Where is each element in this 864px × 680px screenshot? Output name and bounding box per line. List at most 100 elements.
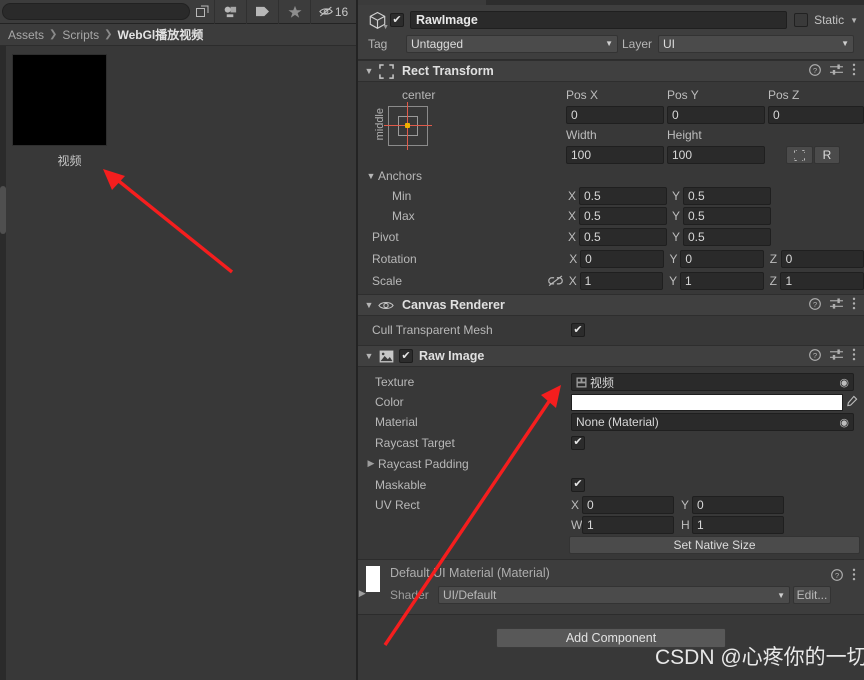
eye-off-icon [319,6,333,17]
static-dropdown-caret-icon[interactable]: ▼ [850,16,858,25]
raw-image-enabled-checkbox[interactable]: ✔ [399,349,413,363]
gameobject-name-input[interactable]: RawImage [410,11,788,29]
kebab-menu-icon[interactable] [852,297,856,313]
blueprint-mode-button[interactable] [786,146,813,164]
rotation-z-input[interactable]: 0 [780,250,864,268]
anchor-preset-widget[interactable] [384,102,432,150]
pivot-x-input[interactable]: 0.5 [579,228,667,246]
rotation-y-input[interactable]: 0 [680,250,764,268]
texture-object-field[interactable]: 视频 ◉ [571,373,854,391]
pos-z-label: Pos Z [768,88,800,102]
gameobject-enabled-checkbox[interactable]: ✔ [390,13,404,27]
material-preview-swatch [366,566,380,592]
anchor-max-x-input[interactable]: 0.5 [579,207,667,225]
scale-z-input[interactable]: 1 [780,272,864,290]
breadcrumb-item-assets[interactable]: Assets [8,28,44,42]
anchor-max-y-input[interactable]: 0.5 [683,207,771,225]
help-icon[interactable]: ? [831,568,843,584]
project-vertical-scrollbar[interactable] [0,46,6,680]
uv-w-input[interactable]: 1 [582,516,674,534]
breadcrumb-item-current[interactable]: WebGl播放视频 [117,26,203,43]
cull-transparent-mesh-checkbox[interactable]: ✔ [571,323,585,337]
pos-z-input[interactable]: 0 [768,106,864,124]
raycast-padding-foldout[interactable]: ▶ Raycast Padding [358,453,864,474]
uv-w-axis: W [571,518,583,532]
uv-h-input[interactable]: 1 [692,516,784,534]
preset-icon[interactable] [830,297,843,313]
star-filter-icon[interactable] [278,0,310,24]
chevron-down-icon[interactable]: ▼ [382,24,389,31]
kebab-menu-icon[interactable] [852,348,856,364]
breadcrumb-item-scripts[interactable]: Scripts [62,28,99,42]
scale-x-input[interactable]: 1 [579,272,664,290]
anchors-foldout[interactable]: ▼ Anchors [358,166,864,186]
layer-dropdown[interactable]: UI ▼ [658,34,854,53]
maskable-checkbox[interactable]: ✔ [571,477,585,492]
help-icon[interactable]: ? [809,297,821,313]
material-value: None (Material) [576,415,659,429]
chevron-down-icon: ▼ [777,590,785,600]
asset-item[interactable]: 视频 [12,54,127,169]
hidden-objects-counter[interactable]: 16 [310,0,356,24]
texture-label: Texture [375,375,415,389]
scale-y-axis: Y [669,274,678,288]
scale-y-input[interactable]: 1 [680,272,764,290]
unity-editor-window: 16 Assets ❯ Scripts ❯ WebGl播放视频 视频 ▼ ✔ R… [0,0,864,680]
color-swatch[interactable] [571,393,843,411]
component-title: Raw Image [419,349,485,363]
component-title: Rect Transform [402,64,494,78]
foldout-expanded-icon[interactable]: ▼ [364,171,378,181]
component-header-rect-transform[interactable]: ▼ Rect Transform ? [358,60,864,82]
shader-edit-button[interactable]: Edit... [793,586,831,604]
gameobject-cube-icon[interactable]: ▼ [364,9,390,31]
foldout-collapsed-icon[interactable]: ▶ [358,566,366,599]
kebab-menu-icon[interactable] [852,63,856,79]
component-header-raw-image[interactable]: ▼ ✔ Raw Image ? [358,345,864,367]
raw-edit-button[interactable]: R [814,146,840,164]
shader-dropdown[interactable]: UI/Default ▼ [438,586,790,604]
height-input[interactable]: 100 [667,146,765,164]
component-header-canvas-renderer[interactable]: ▼ Canvas Renderer ? [358,294,864,316]
shader-value: UI/Default [443,588,497,602]
raycast-target-checkbox[interactable]: ✔ [571,435,585,450]
object-picker-icon[interactable]: ◉ [839,416,851,429]
eye-icon [376,297,396,313]
eyedropper-icon[interactable] [846,395,858,410]
help-icon[interactable]: ? [809,348,821,364]
pivot-y-input[interactable]: 0.5 [683,228,771,246]
foldout-expanded-icon[interactable]: ▼ [362,351,376,361]
static-checkbox[interactable]: ✔ [794,13,809,27]
foldout-expanded-icon[interactable]: ▼ [362,66,376,76]
material-title: Default UI Material (Material) [390,566,550,580]
pos-y-input[interactable]: 0 [667,106,765,124]
object-picker-icon[interactable]: ◉ [839,376,851,389]
help-icon[interactable]: ? [809,63,821,79]
search-input[interactable] [2,3,190,20]
foldout-expanded-icon[interactable]: ▼ [362,300,376,310]
preset-icon[interactable] [830,348,843,364]
uv-x-input[interactable]: 0 [582,496,674,514]
scrollbar-thumb[interactable] [0,186,6,234]
uv-y-input[interactable]: 0 [692,496,784,514]
set-native-size-button[interactable]: Set Native Size [569,536,860,554]
asset-label: 视频 [57,154,82,168]
kebab-menu-icon[interactable] [852,568,856,584]
preset-icon[interactable] [830,63,843,79]
breadcrumb-separator-icon: ❯ [104,29,113,40]
project-content-area: 视频 [0,46,356,680]
tag-dropdown[interactable]: Untagged ▼ [406,34,618,53]
width-label: Width [566,128,597,142]
material-object-field[interactable]: None (Material) ◉ [571,413,854,431]
link-off-icon[interactable] [543,275,569,287]
width-input[interactable]: 100 [566,146,664,164]
anchor-min-y-input[interactable]: 0.5 [683,187,771,205]
anchor-max-x-axis: X [568,209,577,223]
foldout-collapsed-icon[interactable]: ▶ [364,458,378,469]
rotation-x-input[interactable]: 0 [580,250,664,268]
favorites-filter-icon[interactable] [214,0,246,24]
pos-x-input[interactable]: 0 [566,106,664,124]
anchor-min-x-input[interactable]: 0.5 [579,187,667,205]
expand-search-icon[interactable] [190,0,214,24]
asset-thumbnail[interactable] [12,54,107,146]
label-filter-icon[interactable] [246,0,278,24]
